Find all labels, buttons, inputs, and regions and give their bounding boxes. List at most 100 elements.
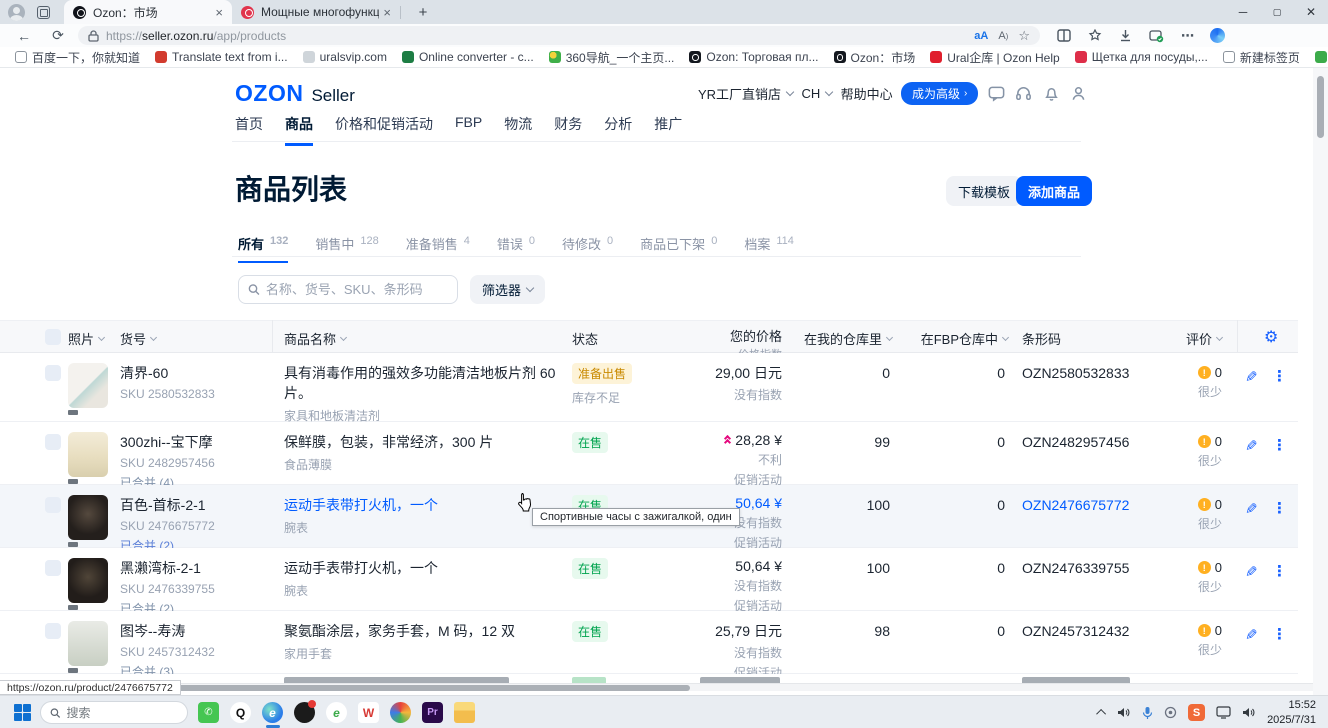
product-thumbnail[interactable] [68,621,108,666]
search-input[interactable] [266,282,448,297]
article-code[interactable]: 黑濑湾标-2-1 [120,558,270,578]
browser-360-icon[interactable] [390,702,411,723]
product-thumbnail[interactable] [68,363,108,408]
wechat-icon[interactable]: ✆ [198,702,219,723]
horizontal-scrollbar[interactable] [0,683,1313,691]
row-checkbox[interactable] [45,434,61,450]
ie-browser-icon[interactable]: e [326,702,347,723]
taskbar-search[interactable] [40,701,188,724]
filter-tab-on-sale[interactable]: 销售中128 [315,234,378,263]
row-menu-button[interactable]: ⋮ [1272,625,1287,643]
account-icon[interactable] [1069,84,1088,103]
vertical-scrollbar[interactable] [1313,68,1328,695]
store-selector[interactable]: YR工厂直销店 [698,84,793,103]
tray-expand-chevron-icon[interactable] [1099,709,1106,716]
edit-button[interactable]: ✎ [1245,368,1258,386]
column-header-fbp[interactable]: 在FBP仓库中 [910,329,1008,348]
language-selector[interactable]: CH [801,86,832,101]
tab-second[interactable]: Мощные многофункциональнь × [232,0,400,24]
copilot-icon[interactable] [1210,28,1225,43]
more-menu-icon[interactable]: ⋯ [1181,28,1194,44]
product-name[interactable]: 具有消毒作用的强效多功能清洁地板片剂 60 片。 [284,363,559,403]
premiere-icon[interactable]: Pr [422,702,443,723]
wallet-icon[interactable] [1149,29,1164,43]
scrollbar-thumb[interactable] [1317,76,1324,138]
product-thumbnail[interactable] [68,432,108,477]
article-code[interactable]: 百色-首标-2-1 [120,495,270,515]
download-template-button[interactable]: 下载模板 [946,176,1022,206]
edit-button[interactable]: ✎ [1245,437,1258,455]
site-info-icon[interactable] [88,30,99,42]
read-aloud-icon[interactable]: A) [998,30,1008,42]
bookmark-item[interactable]: 新建标签页 [1223,49,1300,66]
product-search[interactable] [238,275,458,304]
article-code[interactable]: 清界-60 [120,363,270,383]
collections-icon[interactable] [1088,29,1102,42]
taskbar-clock[interactable]: 15:522025/7/31 [1267,698,1316,727]
column-header-name[interactable]: 商品名称 [284,329,346,348]
headset-icon[interactable] [1014,84,1033,103]
wps-icon[interactable]: W [358,702,379,723]
split-screen-icon[interactable] [1057,29,1071,42]
article-code[interactable]: 图岑--寿涛 [120,621,270,641]
filter-tab-ready[interactable]: 准备销售4 [406,234,470,263]
row-menu-button[interactable]: ⋮ [1272,367,1287,385]
taskbar-search-input[interactable] [66,706,178,720]
bookmark-item[interactable]: Ozon: Торговая пл... [689,50,818,64]
favorite-star-icon[interactable]: ☆ [1018,28,1030,44]
qq-icon[interactable]: Q [230,702,251,723]
minimize-button[interactable]: ─ [1226,0,1260,24]
column-header-my-warehouse[interactable]: 在我的仓库里 [792,329,892,348]
chat-icon[interactable] [987,84,1006,103]
back-button[interactable]: ← [14,28,34,44]
bookmark-item[interactable]: 百度一下，你就知道 [15,49,140,66]
tab-ozon-market[interactable]: Ozon：市场 × [64,0,232,24]
table-row[interactable]: 清界-60SKU 2580532833 具有消毒作用的强效多功能清洁地板片剂 6… [0,353,1298,422]
refresh-button[interactable]: ⟳ [48,27,68,44]
cast-display-icon[interactable] [1216,706,1231,719]
column-header-photo[interactable]: 照片 [68,329,104,348]
product-thumbnail[interactable] [68,495,108,540]
row-checkbox[interactable] [45,623,61,639]
row-checkbox[interactable] [45,365,61,381]
bookmark-item[interactable]: Щетка для посуды,... [1075,50,1208,64]
notifications-bell-icon[interactable] [1042,84,1061,103]
table-settings-gear-icon[interactable]: ⚙ [1264,327,1278,347]
browser-profile-icon[interactable] [8,4,25,21]
add-product-button[interactable]: 添加商品 [1016,176,1092,206]
bookmark-item[interactable]: Translate text from i... [155,50,288,64]
row-menu-button[interactable]: ⋮ [1272,499,1287,517]
bookmark-item[interactable]: Ural企库 | Ozon Help [930,49,1059,66]
product-name[interactable]: 运动手表带打火机，一个 [284,558,559,578]
file-explorer-icon[interactable] [454,702,475,723]
ozon-seller-logo[interactable]: OZON Seller [235,80,355,107]
close-button[interactable]: ✕ [1294,0,1328,24]
row-menu-button[interactable]: ⋮ [1272,436,1287,454]
filters-button[interactable]: 筛选器 [470,275,545,304]
bookmark-item[interactable]: Ozon：市场 [834,49,916,66]
start-button[interactable] [14,704,31,721]
article-code[interactable]: 300zhi--宝下摩 [120,432,270,452]
filter-tab-archive[interactable]: 档案114 [744,234,794,263]
remote-tool-icon[interactable] [1164,706,1177,719]
column-header-rating[interactable]: 评价 [1160,329,1222,348]
edit-button[interactable]: ✎ [1245,500,1258,518]
row-checkbox[interactable] [45,560,61,576]
url-text[interactable]: https://seller.ozon.ru/app/products [106,29,964,43]
bookmark-item[interactable]: Online converter - c... [402,50,534,64]
address-bar[interactable]: https://seller.ozon.ru/app/products aA A… [78,26,1040,45]
help-center-link[interactable]: 帮助中心 [841,84,893,103]
music-app-icon[interactable] [294,702,315,723]
column-header-article[interactable]: 货号 [120,329,156,348]
downloads-icon[interactable] [1119,29,1132,42]
bookmark-item[interactable]: 爱纯净官网 [1315,49,1328,66]
table-row[interactable]: 300zhi--宝下摩SKU 2482957456已合并 (4) 保鲜膜，包装，… [0,422,1298,485]
table-row[interactable]: 图岑--寿涛SKU 2457312432已合并 (3) 聚氨酯涂层，家务手套，M… [0,611,1298,674]
microphone-icon[interactable] [1142,706,1153,720]
speaker-icon[interactable] [1117,706,1131,719]
maximize-button[interactable]: ▢ [1260,0,1294,24]
filter-tab-errors[interactable]: 错误0 [497,234,535,263]
volume-icon[interactable] [1242,706,1256,719]
row-checkbox[interactable] [45,497,61,513]
tab-close-icon[interactable]: × [383,5,391,20]
